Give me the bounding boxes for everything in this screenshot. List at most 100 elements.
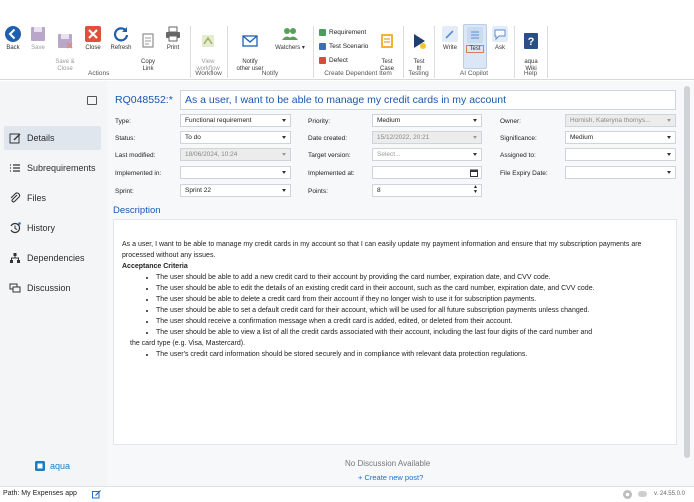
refresh-button[interactable]: Refresh bbox=[108, 25, 134, 52]
assigned-to-label: Assigned to: bbox=[500, 152, 536, 159]
create-new-post-link[interactable]: + Create new post? bbox=[358, 473, 423, 482]
owner-value: Hornish, Kateryna thornys... bbox=[570, 117, 651, 124]
notify-other-user-button[interactable]: Notify other user bbox=[232, 25, 268, 73]
sidebar-item-history[interactable]: History bbox=[4, 216, 101, 240]
target-version-select[interactable]: Select... bbox=[372, 148, 482, 161]
close-button[interactable]: Close bbox=[83, 25, 103, 52]
collapse-sidebar-icon[interactable] bbox=[87, 96, 97, 105]
toggle-switch[interactable] bbox=[638, 491, 647, 497]
copy-link-button[interactable]: Copy Link bbox=[137, 25, 159, 73]
save-disk-icon bbox=[31, 27, 45, 41]
sidebar-item-label: Subrequirements bbox=[27, 163, 96, 173]
last-modified-value: 18/06/2024, 10:24 bbox=[185, 151, 238, 158]
create-requirement-label: Requirement bbox=[329, 29, 367, 36]
description-editor[interactable]: As a user, I want to be able to manage m… bbox=[113, 219, 677, 445]
ai-ask-label: Ask bbox=[494, 45, 505, 51]
file-expiry-label: File Expiry Date: bbox=[500, 170, 548, 177]
create-requirement-item[interactable]: Requirement bbox=[319, 29, 366, 36]
test-scenario-icon bbox=[319, 43, 326, 50]
chevron-down-icon bbox=[473, 119, 477, 122]
aqua-logo: aqua bbox=[35, 461, 70, 471]
group-label-workflow: Workflow bbox=[195, 70, 222, 77]
chevron-down-icon bbox=[282, 171, 286, 174]
settings-gear-icon[interactable] bbox=[622, 489, 633, 500]
ai-ask-chat-icon bbox=[492, 26, 508, 42]
create-defect-label: Defect bbox=[329, 57, 348, 64]
type-select[interactable]: Functional requirement bbox=[180, 114, 291, 127]
back-arrow-icon bbox=[5, 26, 21, 42]
chevron-down-icon bbox=[282, 119, 286, 122]
ai-write-button[interactable]: Write bbox=[439, 25, 461, 52]
sidebar-item-label: History bbox=[27, 223, 56, 233]
edit-path-icon[interactable] bbox=[92, 490, 101, 499]
group-separator bbox=[547, 26, 548, 78]
owner-label: Owner: bbox=[500, 118, 521, 125]
last-modified-field[interactable]: 18/06/2024, 10:24 bbox=[180, 148, 291, 161]
create-defect-item[interactable]: Defect bbox=[319, 57, 348, 64]
priority-select[interactable]: Medium bbox=[372, 114, 482, 127]
sidebar-item-discussion[interactable]: Discussion bbox=[4, 276, 101, 300]
type-label: Type: bbox=[115, 118, 131, 125]
assigned-to-select[interactable] bbox=[565, 148, 676, 161]
test-case-button[interactable]: Test Case bbox=[376, 25, 398, 73]
save-button[interactable]: Save bbox=[29, 25, 47, 52]
aqua-wiki-button[interactable]: ? aqua Wiki bbox=[519, 25, 543, 73]
chevron-down-icon bbox=[282, 136, 286, 139]
significance-value: Medium bbox=[570, 134, 594, 141]
sidebar: Details Subrequirements Files History De… bbox=[0, 81, 107, 486]
create-test-scenario-item[interactable]: Test Scenario bbox=[319, 43, 368, 50]
save-close-button[interactable]: Save & Close bbox=[52, 25, 78, 73]
file-expiry-select[interactable] bbox=[565, 166, 676, 179]
ai-test-button[interactable]: Test bbox=[463, 24, 487, 69]
sprint-select[interactable]: Sprint 22 bbox=[180, 184, 291, 197]
last-modified-label: Last modified: bbox=[115, 152, 156, 159]
implemented-in-select[interactable] bbox=[180, 166, 291, 179]
target-version-placeholder: Select... bbox=[377, 151, 401, 158]
window-top-strip bbox=[0, 0, 694, 22]
ai-test-icon bbox=[467, 27, 483, 43]
view-workflow-button[interactable]: View workflow bbox=[194, 25, 222, 73]
print-button[interactable]: Print bbox=[163, 25, 183, 52]
implemented-at-date[interactable] bbox=[372, 166, 482, 179]
chevron-down-icon bbox=[473, 153, 477, 156]
vertical-scrollbar[interactable] bbox=[684, 86, 690, 458]
calendar-icon[interactable] bbox=[470, 169, 478, 177]
ai-ask-button[interactable]: Ask bbox=[490, 25, 510, 52]
sidebar-item-label: Files bbox=[27, 193, 47, 203]
watchers-button[interactable]: Watchers ▾ bbox=[271, 25, 309, 52]
ribbon-toolbar: Back Save Save & Close Close Refresh Cop… bbox=[0, 22, 694, 80]
version-text: v. 24.55.0.0 bbox=[654, 491, 685, 497]
refresh-icon bbox=[113, 27, 129, 42]
sidebar-item-dependencies[interactable]: Dependencies bbox=[4, 246, 101, 270]
item-title-input[interactable]: As a user, I want to be able to manage m… bbox=[180, 90, 676, 110]
sidebar-item-details[interactable]: Details bbox=[4, 126, 101, 150]
back-label: Back bbox=[6, 45, 20, 51]
date-created-field[interactable]: 15/12/2022, 20:21 bbox=[372, 131, 482, 144]
stepper-arrows-icon[interactable]: ▲ ▼ bbox=[473, 185, 478, 195]
list-item-continuation: the card type (e.g. Visa, Mastercard). bbox=[130, 340, 246, 347]
sidebar-item-label: Dependencies bbox=[27, 253, 85, 263]
back-button[interactable]: Back bbox=[3, 25, 23, 52]
list-item: The user's credit card information shoul… bbox=[156, 349, 668, 360]
status-select[interactable]: To do bbox=[180, 131, 291, 144]
chevron-down-icon bbox=[667, 153, 671, 156]
significance-select[interactable]: Medium bbox=[565, 131, 676, 144]
watchers-label: Watchers bbox=[275, 45, 301, 51]
test-it-button[interactable]: Test It! bbox=[408, 25, 430, 73]
sidebar-item-subrequirements[interactable]: Subrequirements bbox=[4, 156, 101, 180]
description-heading: Description bbox=[113, 205, 161, 216]
chevron-down-icon bbox=[667, 171, 671, 174]
sidebar-item-files[interactable]: Files bbox=[4, 186, 101, 210]
owner-select[interactable]: Hornish, Kateryna thornys... bbox=[565, 114, 676, 127]
group-label-actions: Actions bbox=[88, 70, 110, 77]
item-id: RQ048552:* bbox=[115, 94, 173, 106]
date-created-label: Date created: bbox=[308, 135, 348, 142]
test-case-icon bbox=[381, 34, 393, 48]
chevron-down-icon bbox=[282, 189, 286, 192]
date-created-value: 15/12/2022, 20:21 bbox=[377, 134, 430, 141]
group-label-ai-copilot: AI Copilot bbox=[459, 70, 489, 77]
points-stepper[interactable]: 8 ▲ ▼ bbox=[372, 184, 482, 197]
watchers-people-icon bbox=[282, 28, 298, 40]
chevron-down-icon bbox=[282, 153, 286, 156]
chevron-down-icon bbox=[667, 136, 671, 139]
